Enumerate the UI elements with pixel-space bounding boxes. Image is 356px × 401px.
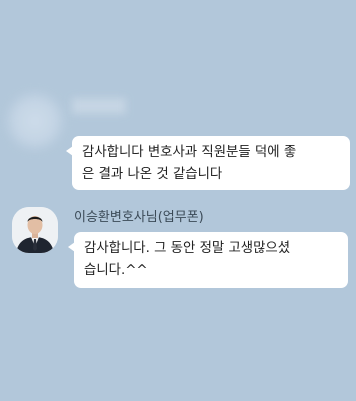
message-text-line: 은 결과 나온 것 같습니다 bbox=[82, 167, 223, 182]
avatar[interactable] bbox=[12, 207, 58, 253]
chat-area: 감사합니다 변호사과 직원분들 덕에 좋 은 결과 나온 것 같습니다 이승환변… bbox=[0, 0, 356, 401]
sender-name: 이승환변호사님(업무폰) bbox=[74, 210, 204, 225]
message-text-line: 감사합니다. 그 동안 정말 고생많으셨 bbox=[84, 241, 291, 256]
blurred-avatar bbox=[6, 92, 64, 150]
blurred-sender-name bbox=[72, 98, 126, 114]
person-photo-icon bbox=[12, 207, 58, 253]
message-bubble[interactable]: 감사합니다 변호사과 직원분들 덕에 좋 은 결과 나온 것 같습니다 bbox=[66, 136, 350, 190]
message-text-line: 습니다.^^ bbox=[84, 263, 148, 278]
message-text-line: 감사합니다 변호사과 직원분들 덕에 좋 bbox=[82, 145, 297, 160]
message-bubble[interactable]: 감사합니다. 그 동안 정말 고생많으셨 습니다.^^ bbox=[68, 232, 348, 288]
